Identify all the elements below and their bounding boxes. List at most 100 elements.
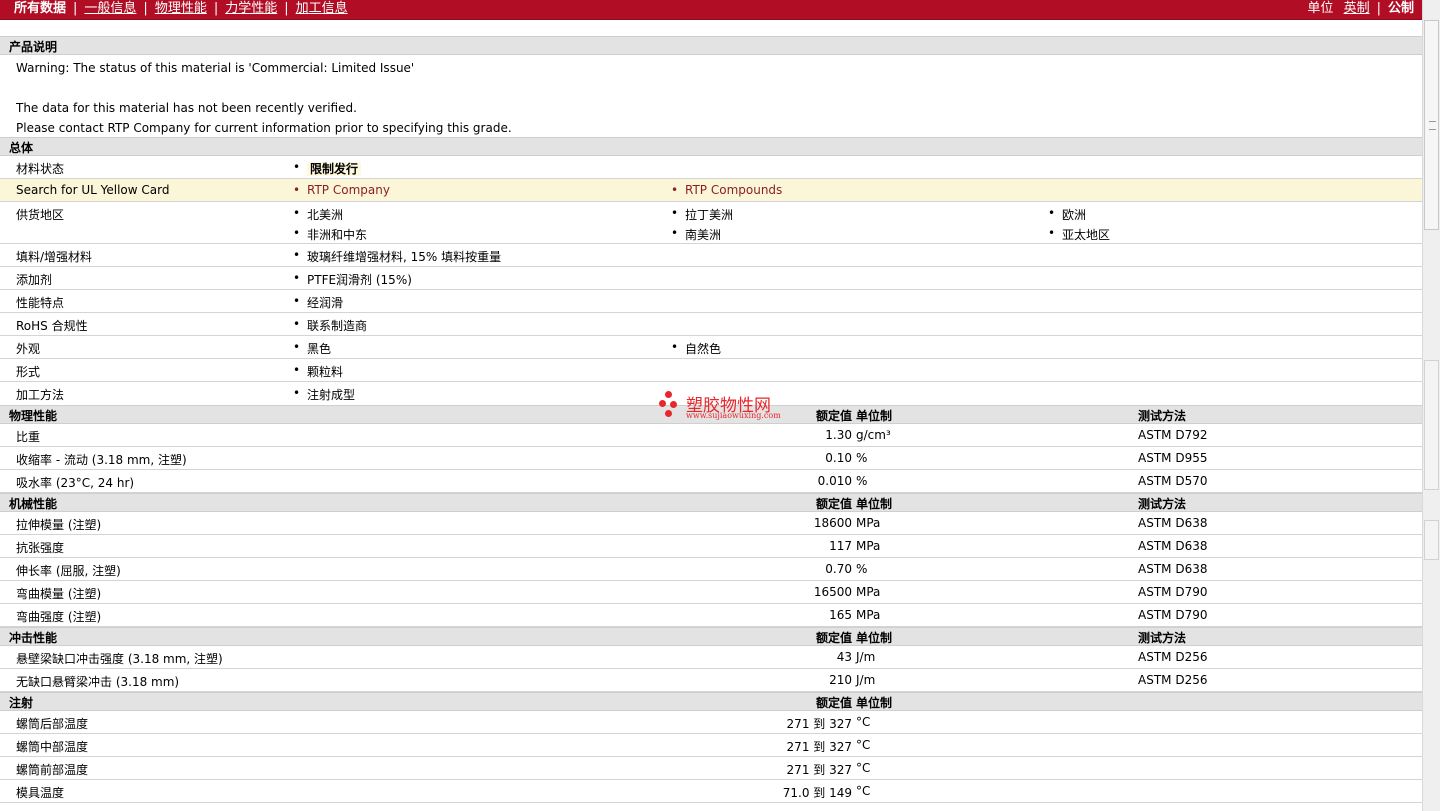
rated-value: 1.30: [825, 428, 852, 442]
warning-text: Warning: The status of this material is …: [16, 61, 415, 75]
watermark-url: www.sujiaowuxing.com: [686, 411, 781, 420]
test-method: ASTM D638: [1138, 516, 1208, 530]
col-header-rated: 额定值: [815, 409, 852, 423]
col-header-unit: 单位制: [856, 631, 893, 645]
grip-icon: [1429, 121, 1436, 130]
unit-value: %: [856, 474, 868, 488]
row-features: 性能特点 经润滑: [0, 290, 1422, 313]
section-title: 产品说明: [9, 40, 58, 54]
nav-mechanical[interactable]: 力学性能: [225, 1, 277, 16]
unit-value: MPa: [856, 585, 881, 599]
col-header-test: 测试方法: [1138, 497, 1187, 511]
row-label: 吸水率 (23°C, 24 hr): [16, 476, 135, 490]
section-title: 注射: [9, 696, 34, 710]
nav-physical[interactable]: 物理性能: [155, 1, 207, 16]
rated-value: 210: [829, 673, 852, 687]
col-header-rated: 额定值: [815, 696, 852, 710]
unit-value: MPa: [856, 539, 881, 553]
table-row: 螺筒中部温度 271 到 327 °C: [0, 734, 1422, 757]
row-value: 联系制造商: [293, 317, 367, 334]
rated-value: 165: [829, 608, 852, 622]
unit-english-link[interactable]: 英制: [1344, 1, 1370, 16]
description-text: Warning: The status of this material is …: [0, 55, 1422, 137]
region-item: 拉丁美洲: [671, 206, 733, 223]
section-title: 总体: [9, 141, 34, 155]
scrollbar-track-segment[interactable]: [1424, 360, 1439, 490]
vertical-scrollbar[interactable]: [1422, 0, 1440, 811]
row-label: 螺筒后部温度: [16, 717, 89, 731]
row-label: 性能特点: [16, 296, 65, 310]
col-header-rated: 额定值: [815, 631, 852, 645]
unit-value: J/m: [856, 650, 876, 664]
scrollbar-thumb[interactable]: [1424, 20, 1439, 230]
rated-value: 18600: [813, 516, 852, 530]
region-item: 亚太地区: [1048, 226, 1110, 243]
unit-value: g/cm³: [856, 428, 891, 442]
row-value: 限制发行: [293, 160, 362, 177]
section-title: 机械性能: [9, 497, 58, 511]
row-appearance: 外观 黑色 自然色: [0, 336, 1422, 359]
region-item: 北美洲: [293, 206, 343, 223]
row-value: 自然色: [671, 340, 721, 357]
test-method: ASTM D256: [1138, 650, 1208, 664]
col-header-unit: 单位制: [856, 497, 893, 511]
section-injection-header: 注射 额定值 单位制: [0, 692, 1422, 711]
row-rohs: RoHS 合规性 联系制造商: [0, 313, 1422, 336]
scrollbar-track-segment[interactable]: [1424, 520, 1439, 560]
row-value: 玻璃纤维增强材料, 15% 填料按重量: [293, 248, 501, 265]
unit-value: °C: [856, 784, 871, 798]
status-badge: 限制发行: [307, 162, 362, 176]
logo-dot: [665, 391, 672, 398]
logo-dot: [659, 400, 666, 407]
row-label: 螺筒中部温度: [16, 740, 89, 754]
col-header-unit: 单位制: [856, 696, 893, 710]
table-row: 拉伸模量 (注塑) 18600 MPa ASTM D638: [0, 512, 1422, 535]
row-label: RoHS 合规性: [16, 319, 88, 333]
row-label: 添加剂: [16, 273, 53, 287]
nav-all-data[interactable]: 所有数据: [14, 1, 66, 16]
section-mechanical-header: 机械性能 额定值 单位制 测试方法: [0, 493, 1422, 512]
contact-text: Please contact RTP Company for current i…: [16, 121, 512, 135]
section-nav: 所有数据 | 一般信息 | 物理性能 | 力学性能 | 加工信息: [14, 1, 348, 16]
logo-dot: [665, 410, 672, 417]
row-label: 抗张强度: [16, 541, 65, 555]
unit-value: MPa: [856, 516, 881, 530]
col-header-test: 测试方法: [1138, 409, 1187, 423]
section-description-header: 产品说明: [0, 36, 1422, 55]
rated-value: 0.10: [825, 451, 852, 465]
rated-value: 117: [829, 539, 852, 553]
section-title: 物理性能: [9, 409, 58, 423]
rated-value: 16500: [813, 585, 852, 599]
table-row: 无缺口悬臂梁冲击 (3.18 mm) 210 J/m ASTM D256: [0, 669, 1422, 692]
table-row: 弯曲模量 (注塑) 16500 MPa ASTM D790: [0, 581, 1422, 604]
nav-general-info[interactable]: 一般信息: [84, 1, 136, 16]
region-item: 南美洲: [671, 226, 721, 243]
row-label: 无缺口悬臂梁冲击 (3.18 mm): [16, 675, 180, 689]
section-general-header: 总体: [0, 137, 1422, 156]
row-label: 填料/增强材料: [16, 250, 93, 264]
row-value: PTFE润滑剂 (15%): [293, 271, 412, 288]
unit-value: %: [856, 562, 868, 576]
test-method: ASTM D256: [1138, 673, 1208, 687]
row-value: 颗粒料: [293, 363, 343, 380]
row-label: 供货地区: [16, 208, 65, 222]
row-form: 形式 颗粒料: [0, 359, 1422, 382]
row-additive: 添加剂 PTFE润滑剂 (15%): [0, 267, 1422, 290]
row-label: Search for UL Yellow Card: [16, 183, 170, 197]
logo-dot: [670, 401, 677, 408]
row-label: 悬壁梁缺口冲击强度 (3.18 mm, 注塑): [16, 652, 223, 666]
table-row: 螺筒后部温度 271 到 327 °C: [0, 711, 1422, 734]
verification-text: The data for this material has not been …: [16, 101, 357, 115]
table-row: 螺筒前部温度 271 到 327 °C: [0, 757, 1422, 780]
watermark-logo: 塑胶物性网 www.sujiaowuxing.com: [658, 389, 788, 425]
unit-value: MPa: [856, 608, 881, 622]
row-label: 螺筒前部温度: [16, 763, 89, 777]
ul-link-rtp-compounds[interactable]: RTP Compounds: [671, 183, 782, 197]
table-row: 抗张强度 117 MPa ASTM D638: [0, 535, 1422, 558]
ul-link-rtp-company[interactable]: RTP Company: [293, 183, 390, 197]
rated-value: 71.0 到 149: [782, 786, 852, 800]
nav-processing[interactable]: 加工信息: [296, 1, 348, 16]
test-method: ASTM D790: [1138, 585, 1208, 599]
table-row: 弯曲强度 (注塑) 165 MPa ASTM D790: [0, 604, 1422, 627]
table-row: 比重 1.30 g/cm³ ASTM D792: [0, 424, 1422, 447]
